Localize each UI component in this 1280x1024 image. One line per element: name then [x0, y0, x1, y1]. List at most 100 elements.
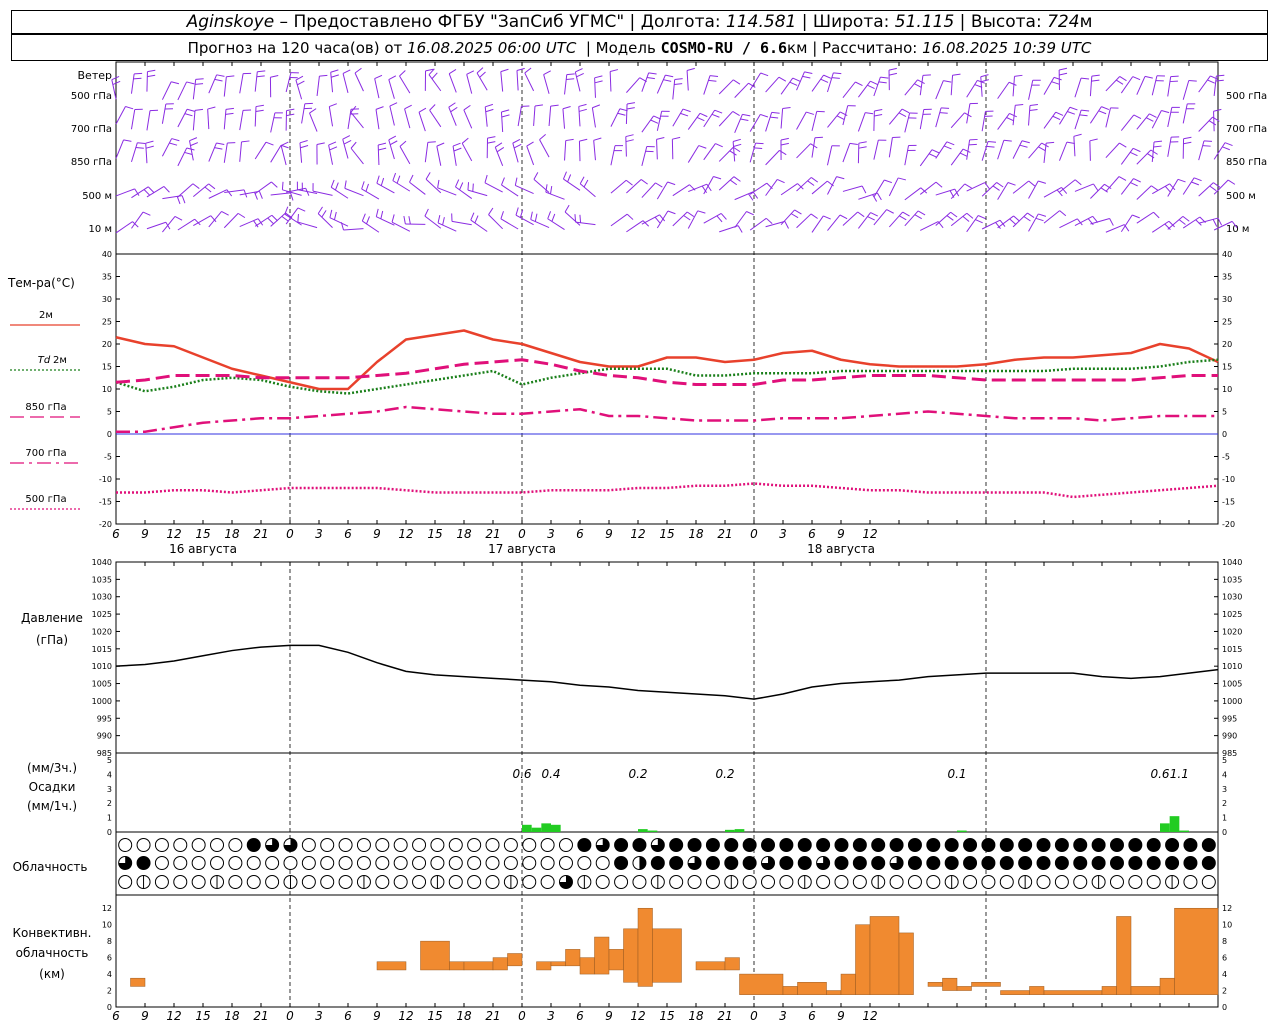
cloud-circle [154, 838, 169, 852]
pres-ytick-right: 995 [1222, 714, 1237, 723]
cloud-circle [614, 838, 629, 852]
wind-barb-feather [380, 177, 385, 186]
wind-barb-feather [626, 107, 635, 110]
convective-bar [420, 940, 450, 971]
wind-barb-feather [784, 221, 789, 229]
cloud-symbol [1073, 856, 1088, 870]
wind-barb-feather [1222, 146, 1230, 151]
wind-barb [980, 76, 983, 97]
wind-barb-feather [1133, 178, 1141, 183]
wind-barb-feather [1153, 145, 1162, 148]
wind-barb-feather [579, 176, 585, 184]
wind-barb-feather [980, 74, 989, 78]
wind-barb-feather [836, 176, 845, 180]
day-label: 18 августа [807, 542, 875, 556]
cloud-symbol [356, 838, 371, 852]
precip-label: 0.6 [1150, 767, 1169, 781]
wind-barb-feather [485, 108, 494, 113]
wind-barb-feather [366, 216, 370, 225]
wind-barb-feather [839, 214, 848, 220]
wind-barb-feather [674, 83, 683, 86]
wind-barb-feather [667, 181, 676, 186]
cloud-circle [742, 838, 757, 852]
cloud-symbol [558, 875, 573, 889]
wind-barb-feather [484, 174, 488, 183]
wind-barb-feather [1144, 75, 1153, 79]
conv-ytick-right: 2 [1222, 987, 1227, 996]
wind-barb-feather [265, 141, 274, 146]
cloud-symbol [816, 838, 831, 852]
wind-barb [424, 142, 429, 163]
cloud-circle [761, 875, 776, 889]
wind-barb [1089, 106, 1102, 124]
prec-ytick-right: 2 [1222, 799, 1227, 808]
wind-barb-feather [378, 142, 387, 146]
wind-barb [437, 187, 457, 196]
wind-barb [609, 71, 612, 92]
wind-barb-feather [746, 211, 754, 216]
wind-barb-feather [374, 74, 383, 80]
cloud-symbol [944, 838, 959, 852]
wind-barb [280, 145, 287, 166]
wind-barb [301, 103, 306, 124]
pres-title: Давление [21, 611, 83, 625]
wind-barb [1059, 106, 1071, 125]
wind-barb [765, 179, 778, 196]
cloud-circle [338, 875, 353, 889]
precip-bar [638, 829, 648, 832]
wind-barb [1043, 111, 1057, 129]
wind-barb [827, 176, 838, 195]
hour-label-bottom: 3 [779, 1009, 787, 1023]
wind-barb [1090, 183, 1105, 199]
pres-ytick-right: 1015 [1222, 645, 1242, 654]
cloud-symbol [944, 856, 959, 870]
cloud-circle [1091, 856, 1106, 870]
cloud-symbol [595, 838, 610, 852]
wind-barb [1012, 140, 1023, 159]
cloud-symbol [907, 838, 922, 852]
wind-barb-feather [342, 69, 351, 74]
wind-barb-feather [697, 210, 706, 214]
precip-label: 0.6 [512, 767, 531, 781]
temp-legend-label: 2м [53, 355, 67, 366]
wind-barb-feather [365, 183, 369, 192]
cloud-symbol [540, 838, 555, 852]
wind-barb-feather [1059, 67, 1068, 71]
cloud-symbol [118, 875, 133, 889]
wind-barb [1073, 136, 1076, 157]
wind-barb-feather [1089, 138, 1098, 142]
wind-barb-feather [740, 118, 749, 121]
wind-barb [950, 212, 968, 227]
wind-barb-feather [354, 67, 362, 74]
wind-barb-feather [466, 70, 475, 75]
wind-barb [950, 183, 966, 199]
wind-barb [437, 222, 457, 232]
cloud-circle [852, 856, 867, 870]
cloud-circle [577, 838, 592, 852]
wind-barb [578, 106, 581, 127]
cloud-circle [944, 838, 959, 852]
wind-barb-feather [1074, 179, 1082, 186]
wind-barb [1028, 105, 1031, 126]
wind-barb-feather [214, 147, 223, 150]
cloud-circle [338, 856, 353, 870]
cloud-symbol [283, 875, 298, 889]
wind-barb-feather [1101, 106, 1110, 111]
wind-barb-feather [512, 139, 521, 144]
cloud-circle [687, 838, 702, 852]
wind-barb-feather [184, 113, 193, 117]
wind-barb [656, 210, 669, 229]
cloud-symbol [210, 875, 225, 889]
wind-barb-feather [810, 213, 818, 219]
wind-barb-feather [760, 72, 769, 77]
hour-label-bottom: 12 [398, 1009, 413, 1023]
wind-barb-feather [375, 208, 379, 217]
cloud-circle [393, 875, 408, 889]
cloud-symbol [1201, 875, 1216, 889]
wind-barb [997, 113, 1010, 130]
cloud-symbol [503, 875, 518, 889]
hour-label-bottom: 3 [547, 1009, 555, 1023]
wind-barb-feather [241, 140, 250, 143]
wind-barb-feather [181, 195, 186, 204]
hour-label-bottom: 9 [837, 1009, 845, 1023]
